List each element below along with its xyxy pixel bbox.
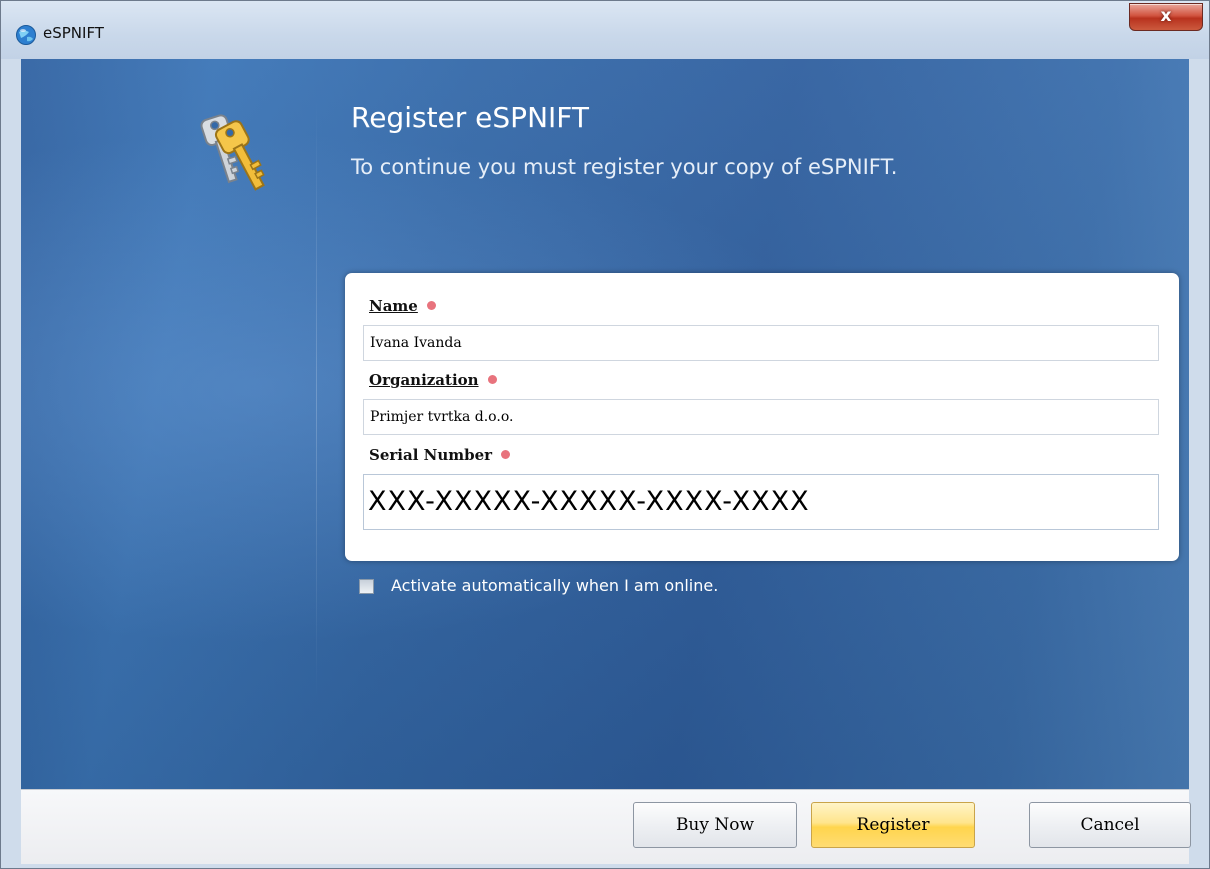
required-indicator (487, 375, 497, 384)
close-icon: x (1160, 6, 1172, 26)
required-indicator (426, 301, 436, 310)
register-button[interactable]: Register (811, 802, 975, 848)
close-button[interactable]: x (1129, 3, 1203, 31)
register-label: Register (856, 815, 930, 835)
title-bar[interactable]: eSPNIFT x (1, 1, 1209, 59)
app-globe-icon (16, 25, 36, 45)
buy-now-label: Buy Now (675, 815, 755, 835)
serial-number-field[interactable]: XXX-XXXXX-XXXXX-XXXX-XXXX (363, 474, 1159, 530)
page-subtitle: To continue you must register your copy … (351, 155, 898, 179)
organization-field[interactable]: Primjer tvrtka d.o.o. (363, 399, 1159, 435)
cancel-label: Cancel (1080, 815, 1140, 835)
activate-checkbox-label[interactable]: Activate automatically when I am online. (391, 576, 718, 595)
organization-label-text: Organization (369, 371, 479, 389)
activate-checkbox[interactable] (359, 579, 374, 594)
serial-number-label-text: Serial Number (369, 446, 493, 464)
register-dialog: eSPNIFT x Register eSPNIFT To continue y… (0, 0, 1210, 869)
button-bar: Buy Now Register Cancel (21, 789, 1191, 864)
panel-divider (316, 99, 317, 699)
name-label: Name (369, 297, 436, 315)
window-title: eSPNIFT (43, 24, 104, 42)
buy-now-button[interactable]: Buy Now (633, 802, 797, 848)
name-label-text: Name (369, 297, 418, 315)
cancel-button[interactable]: Cancel (1029, 802, 1191, 848)
serial-number-label: Serial Number (369, 446, 511, 464)
registration-form: Name Ivana Ivanda Organization Primjer t… (345, 273, 1179, 561)
name-field[interactable]: Ivana Ivanda (363, 325, 1159, 361)
organization-label: Organization (369, 371, 497, 389)
keys-icon (200, 114, 265, 191)
main-panel: Register eSPNIFT To continue you must re… (21, 59, 1189, 789)
required-indicator (501, 450, 511, 459)
page-title: Register eSPNIFT (351, 101, 589, 134)
